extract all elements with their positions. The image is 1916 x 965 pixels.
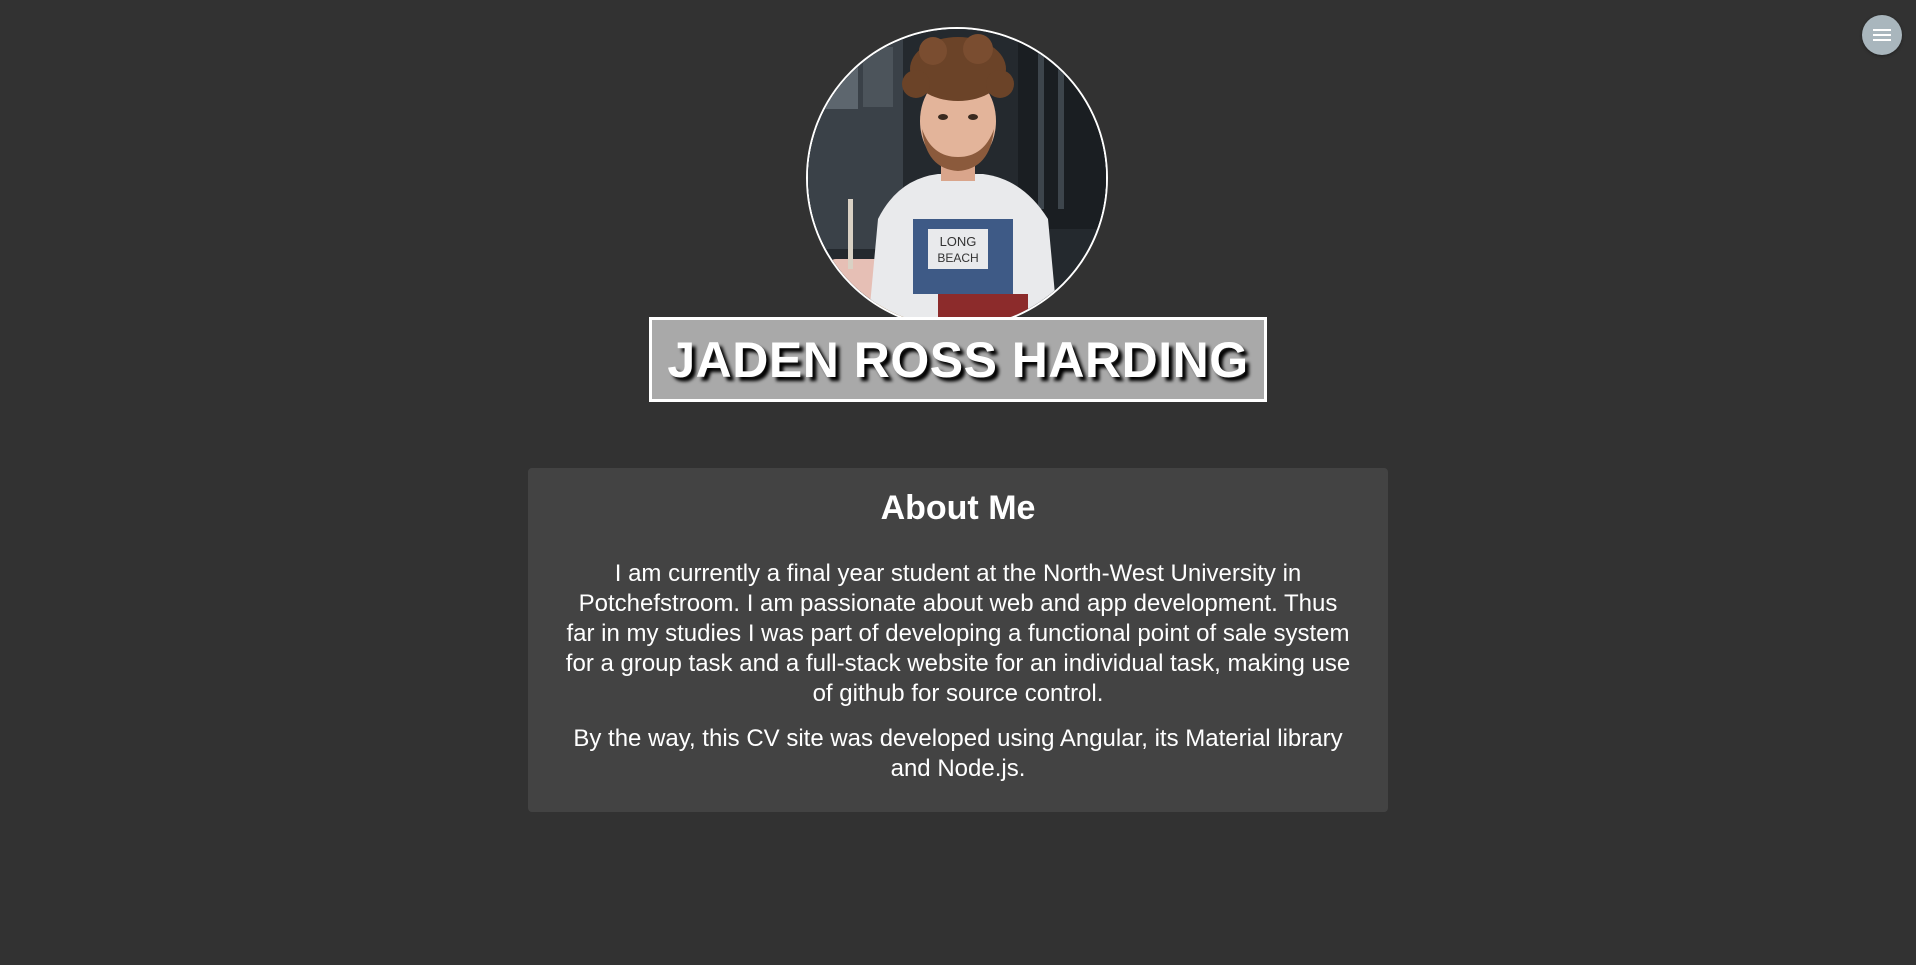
shirt-text-line1: LONG [940,234,977,249]
profile-photo: LONG BEACH [808,29,1106,327]
menu-button[interactable] [1862,15,1902,55]
name-banner: JADEN ROSS HARDING [649,317,1267,402]
shirt-text-line2: BEACH [937,251,978,265]
about-paragraph: By the way, this CV site was developed u… [573,724,1343,782]
about-paragraph: I am currently a final year student at t… [565,559,1351,707]
page: LONG BEACH JADEN ROSS HARDING About Me I… [0,0,1916,965]
profile-name: JADEN ROSS HARDING [667,331,1249,388]
about-card: About Me I am currently a final year stu… [528,468,1388,812]
about-title: About Me [880,489,1036,527]
hamburger-menu-icon [1873,29,1891,41]
avatar: LONG BEACH [806,27,1108,329]
